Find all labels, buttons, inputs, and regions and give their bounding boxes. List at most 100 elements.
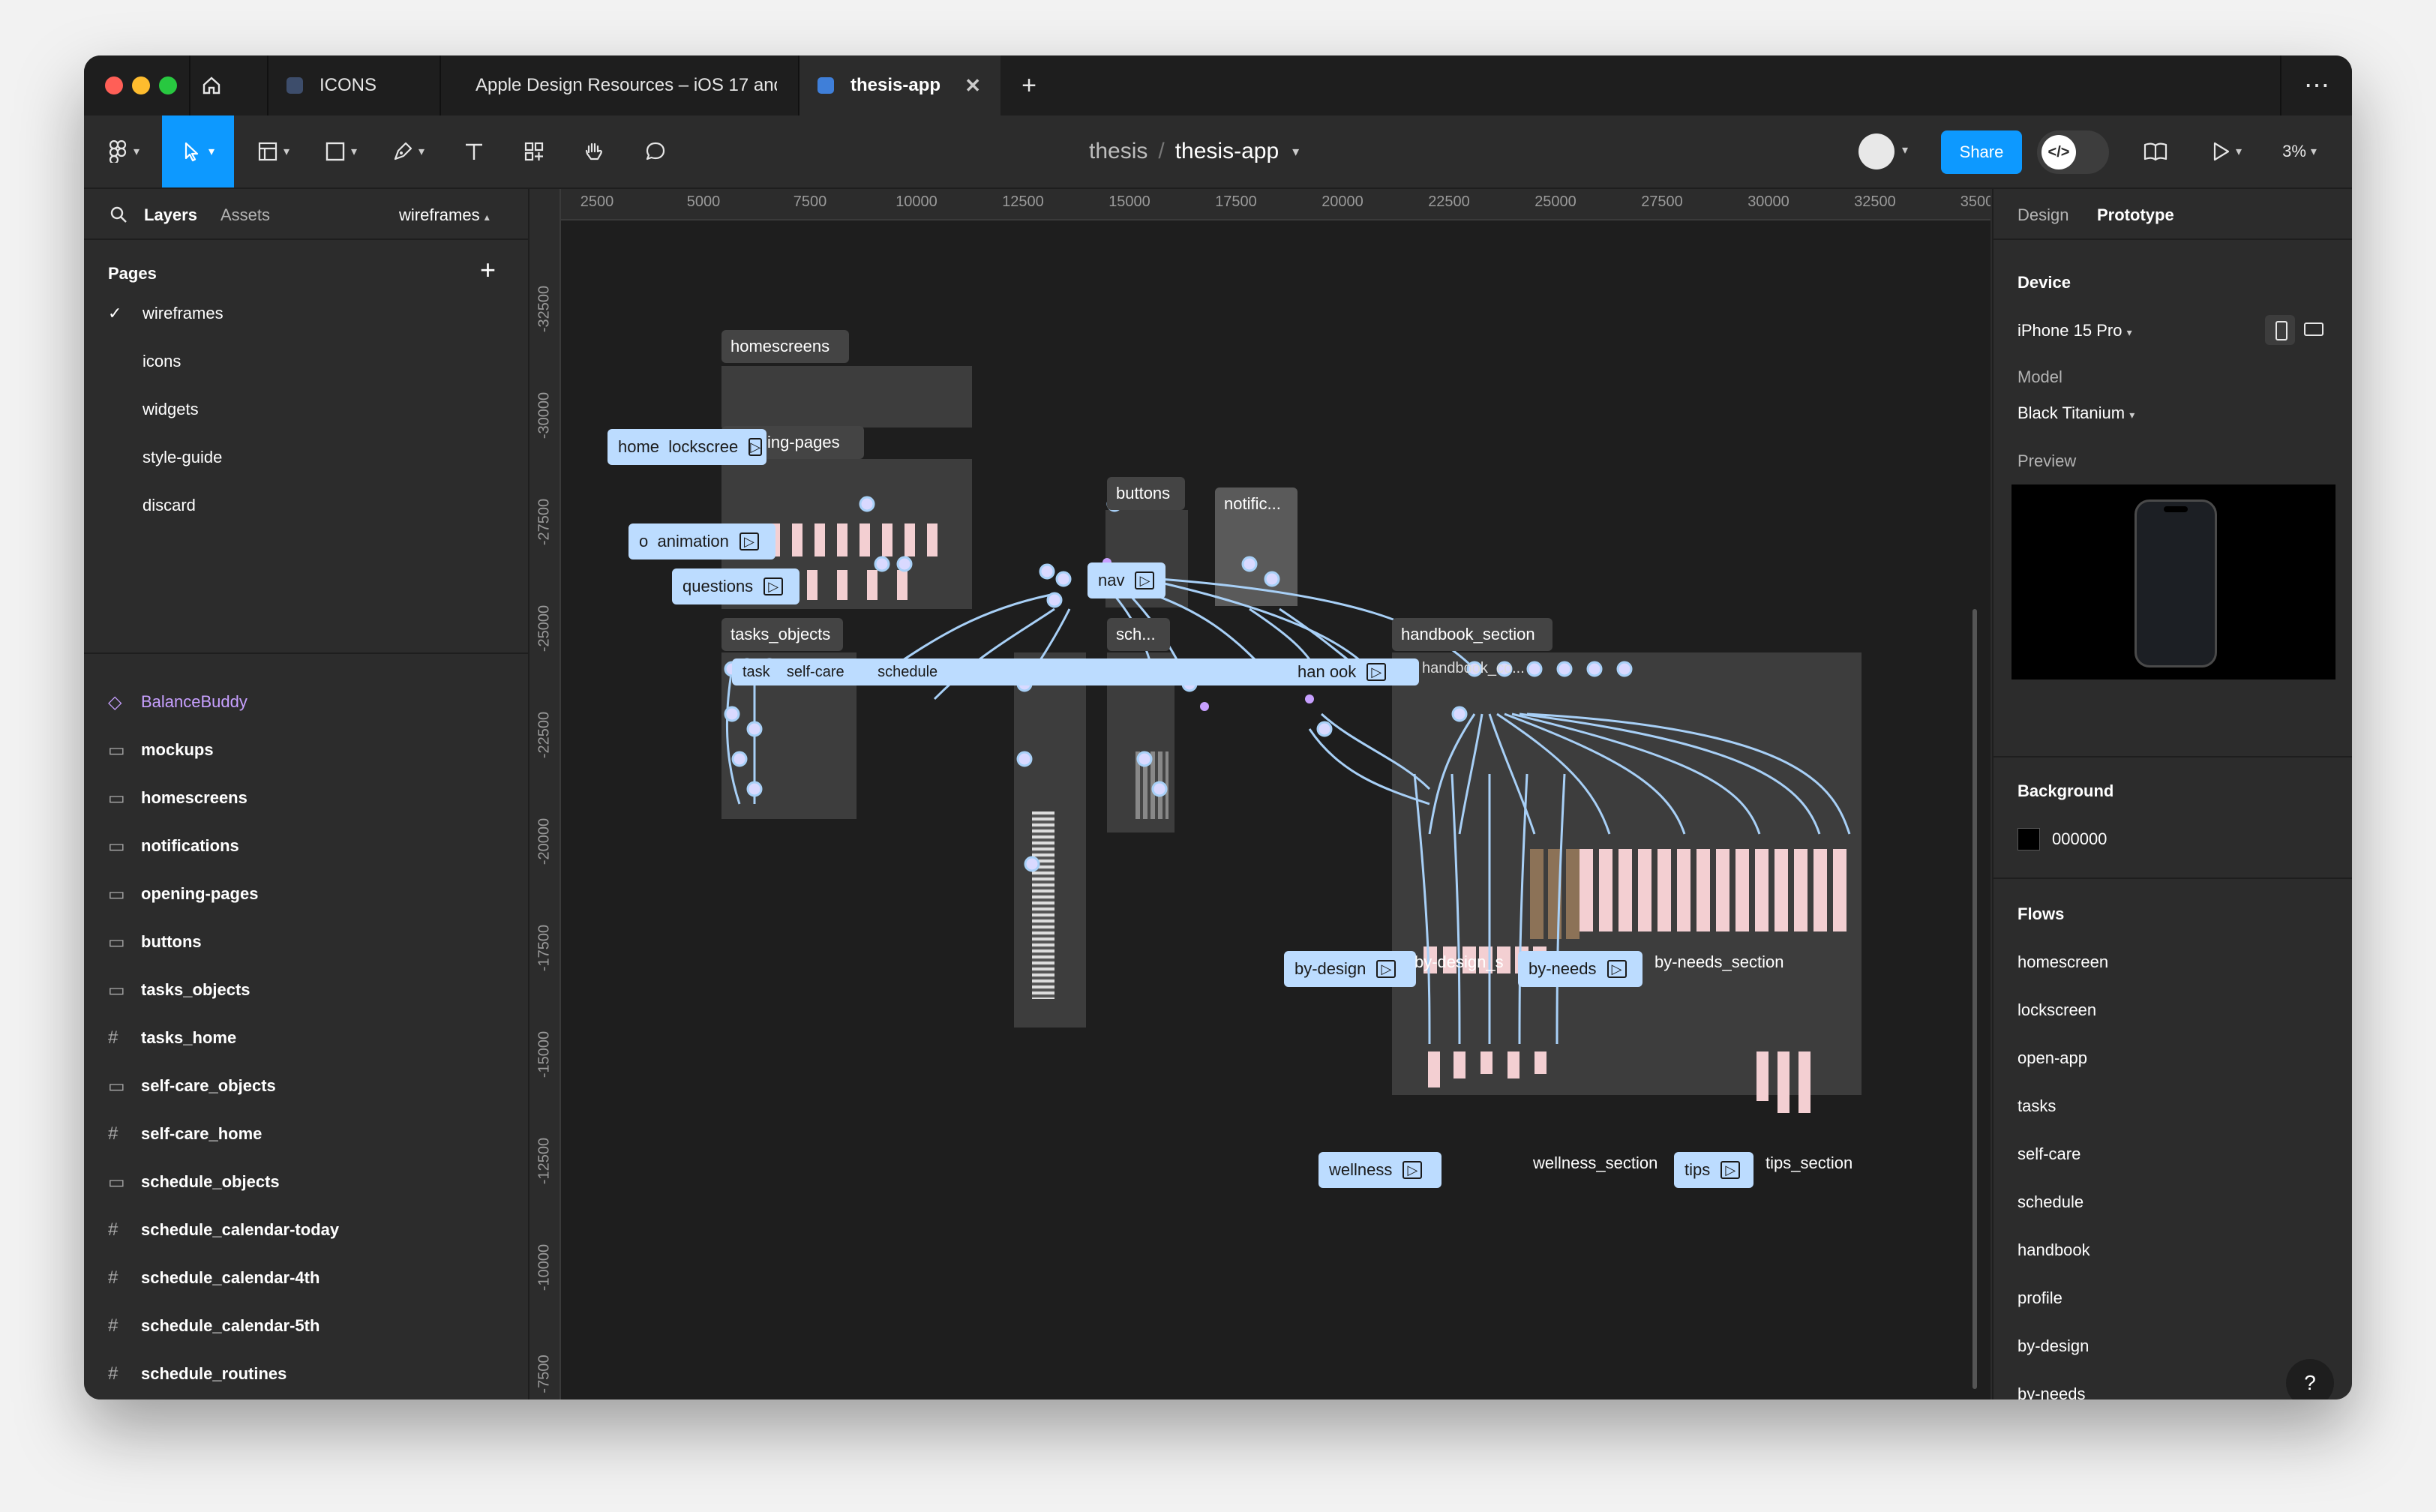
section-label-homescreens[interactable]: homescreens <box>722 330 849 363</box>
layer-balancebuddy[interactable]: ◇ BalanceBuddy <box>108 678 248 726</box>
layer-mockups[interactable]: ▭ mockups <box>108 726 214 774</box>
add-page-button[interactable]: + <box>480 255 496 285</box>
flow-item[interactable]: by-design <box>2018 1336 2089 1356</box>
move-tool-button[interactable]: ▾ <box>162 116 234 188</box>
layer-schedule-objects[interactable]: ▭ schedule_objects <box>108 1158 280 1206</box>
flow-label-nav[interactable]: nav ▷ <box>1088 562 1166 598</box>
frame-icon <box>258 142 278 161</box>
section-label-buttons[interactable]: buttons <box>1107 477 1185 510</box>
flow-label-wellness[interactable]: wellness ▷ <box>1318 1152 1442 1188</box>
landscape-icon[interactable] <box>2304 322 2324 336</box>
close-window-button[interactable] <box>105 76 123 94</box>
flow-label-main-nav[interactable]: task self-care schedule <box>732 658 1377 686</box>
avatar[interactable] <box>1858 134 1894 170</box>
layer-schedule-calendar-today[interactable]: # schedule_calendar-today <box>108 1206 339 1254</box>
background-swatch[interactable] <box>2018 828 2040 850</box>
page-item-widgets[interactable]: widgets <box>108 386 199 434</box>
model-select[interactable]: Black Titanium ▾ <box>2018 404 2134 423</box>
present-button[interactable]: ▾ <box>2202 126 2250 177</box>
main-menu-button[interactable]: ▾ <box>99 126 147 177</box>
canvas[interactable]: 2500 5000 7500 10000 12500 15000 17500 2… <box>530 189 1990 1400</box>
layer-label: homescreens <box>141 788 248 807</box>
help-button[interactable]: ? <box>2286 1359 2334 1400</box>
right-panel: Design Prototype Device iPhone 15 Pro ▾ … <box>1992 189 2352 1400</box>
shape-tool-button[interactable]: ▾ <box>316 126 364 177</box>
prototype-tab[interactable]: Prototype <box>2097 206 2174 225</box>
library-button[interactable] <box>2136 126 2175 177</box>
flow-item[interactable]: handbook <box>2018 1240 2090 1260</box>
breadcrumb: thesis / thesis-app ▾ <box>1089 116 1299 188</box>
background-hex[interactable]: 000000 <box>2052 830 2107 849</box>
more-menu-button[interactable]: ⋯ <box>2280 56 2352 116</box>
chevron-down-icon[interactable]: ▾ <box>1902 142 1908 158</box>
flow-label-by-needs[interactable]: by-needs ▷ <box>1518 951 1642 987</box>
layer-label: BalanceBuddy <box>141 692 248 711</box>
assets-tab[interactable]: Assets <box>220 206 270 225</box>
dev-mode-toggle[interactable]: </> <box>2037 130 2109 174</box>
layer-opening-pages[interactable]: ▭ opening-pages <box>108 870 258 918</box>
layer-schedule-calendar-4th[interactable]: # schedule_calendar-4th <box>108 1254 320 1302</box>
text-tool-button[interactable] <box>456 126 492 177</box>
new-tab-button[interactable]: + <box>1014 56 1044 116</box>
flow-item[interactable]: tasks <box>2018 1096 2056 1116</box>
tab-icons[interactable]: ICONS <box>267 56 424 116</box>
layer-homescreens[interactable]: ▭ homescreens <box>108 774 248 822</box>
frame-tool-button[interactable]: ▾ <box>249 126 297 177</box>
resources-tool-button[interactable] <box>514 126 554 177</box>
flow-item[interactable]: open-app <box>2018 1048 2087 1068</box>
maximize-window-button[interactable] <box>159 76 177 94</box>
tab-thesis-app[interactable]: thesis-app ✕ <box>798 56 1000 116</box>
file-name[interactable]: thesis-app <box>1175 139 1279 164</box>
flow-label-questions[interactable]: questions ▷ <box>672 568 800 604</box>
chevron-down-icon[interactable]: ▾ <box>1292 144 1299 160</box>
section-label-handbook[interactable]: handbook_section <box>1392 618 1552 651</box>
flow-item[interactable]: self-care <box>2018 1144 2080 1164</box>
layer-schedule-calendar-5th[interactable]: # schedule_calendar-5th <box>108 1302 320 1350</box>
portrait-toggle[interactable] <box>2265 315 2295 345</box>
search-icon[interactable] <box>110 206 128 224</box>
layer-profile-settings-objects[interactable]: ▭profile-settings_objects <box>108 1398 327 1400</box>
layer-notifications[interactable]: ▭ notifications <box>108 822 239 870</box>
flow-label-by-design[interactable]: by-design ▷ <box>1284 951 1416 987</box>
flow-item[interactable]: by-needs <box>2018 1384 2086 1400</box>
home-tab[interactable] <box>189 56 232 116</box>
comment-tool-button[interactable] <box>636 126 675 177</box>
hand-tool-button[interactable] <box>574 126 614 177</box>
pen-tool-button[interactable]: ▾ <box>384 126 432 177</box>
flow-label-tips[interactable]: tips ▷ <box>1674 1152 1754 1188</box>
flow-item[interactable]: profile <box>2018 1288 2062 1308</box>
minimize-window-button[interactable] <box>132 76 150 94</box>
flow-label-home[interactable]: home lockscree ▷ <box>608 429 766 465</box>
layer-self-care-home[interactable]: # self-care_home <box>108 1110 262 1158</box>
layers-tab[interactable]: Layers <box>144 206 197 225</box>
layer-tasks-objects[interactable]: ▭ tasks_objects <box>108 966 250 1014</box>
flow-label-animation[interactable]: o animation ▷ <box>628 524 776 560</box>
background-heading: Background <box>2018 782 2114 800</box>
current-page-menu[interactable]: wireframes ▴ <box>399 206 490 225</box>
flow-item[interactable]: lockscreen <box>2018 1000 2096 1020</box>
layer-buttons[interactable]: ▭ buttons <box>108 918 202 966</box>
page-item-discard[interactable]: discard <box>108 482 196 530</box>
flow-item[interactable]: schedule <box>2018 1192 2084 1212</box>
design-tab[interactable]: Design <box>2018 206 2068 225</box>
layer-label: schedule_calendar-today <box>141 1220 340 1239</box>
project-name[interactable]: thesis <box>1089 139 1148 164</box>
tab-apple-design-resources[interactable]: Apple Design Resources – iOS 17 and <box>440 56 777 116</box>
layer-self-care-objects[interactable]: ▭ self-care_objects <box>108 1062 276 1110</box>
page-item-icons[interactable]: icons <box>108 338 181 386</box>
left-panel: Layers Assets wireframes ▴ Pages + ✓ wir… <box>84 189 530 1400</box>
layer-schedule-routines[interactable]: # schedule_routines <box>108 1350 286 1398</box>
page-item-style-guide[interactable]: style-guide <box>108 434 222 482</box>
close-tab-icon[interactable]: ✕ <box>964 74 981 98</box>
section-label-notifications[interactable]: notific... <box>1215 488 1298 520</box>
section-label-schedule[interactable]: sch... <box>1107 618 1170 651</box>
share-button[interactable]: Share <box>1941 130 2022 174</box>
section-label-tasks-objects[interactable]: tasks_objects <box>722 618 843 651</box>
tab-label: thesis-app <box>850 75 941 95</box>
zoom-menu[interactable]: 3% ▾ <box>2272 126 2326 177</box>
page-item-wireframes[interactable]: ✓ wireframes <box>108 290 224 338</box>
layer-tasks-home[interactable]: # tasks_home <box>108 1014 236 1062</box>
flow-label-handbook[interactable]: han ook ▷ <box>1287 658 1419 686</box>
device-select[interactable]: iPhone 15 Pro ▾ <box>2018 321 2132 340</box>
flow-item[interactable]: homescreen <box>2018 952 2108 972</box>
